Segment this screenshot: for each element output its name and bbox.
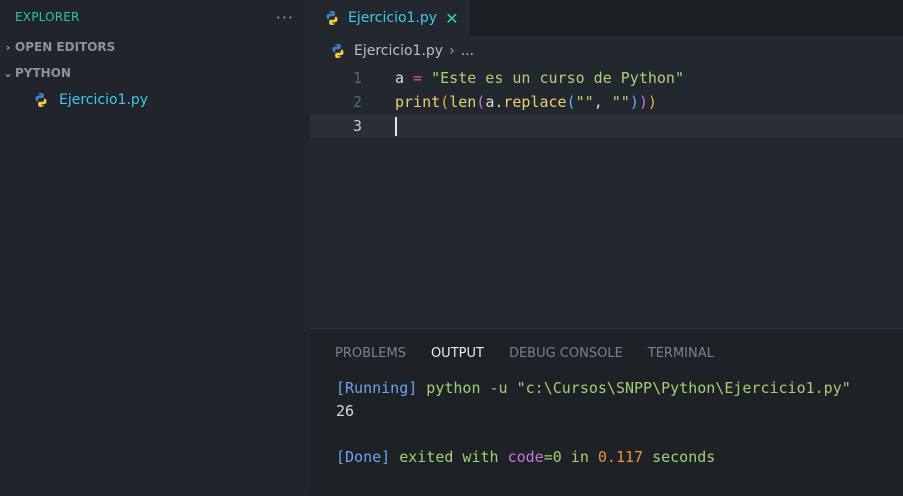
python-icon [33,92,49,108]
tab-label: Ejercicio1.py [348,10,438,26]
panel-tabs: PROBLEMS OUTPUT DEBUG CONSOLE TERMINAL [310,329,903,377]
output-result: 26 [336,402,355,420]
code-token: "" [575,93,594,111]
code-token: len [449,93,477,111]
chevron-right-icon: › [5,40,11,54]
code-token: a [485,93,495,111]
output-log: [Running] python -u "c:\Cursos\SNPP\Pyth… [310,377,903,469]
code-token: = [404,69,432,87]
section-label: PYTHON [15,66,71,80]
chevron-down-icon: ⌄ [3,66,13,80]
code-token: ( [566,93,576,111]
code-token: ) [629,93,639,111]
python-icon [330,43,346,59]
tab-output[interactable]: OUTPUT [431,346,484,361]
bottom-panel: PROBLEMS OUTPUT DEBUG CONSOLE TERMINAL [… [310,328,903,496]
text-cursor [395,117,397,136]
exited-with-text: exited with [390,448,508,466]
line-content: a = "Este es un curso de Python" [395,66,684,90]
code-token: ( [476,93,486,111]
editor-area: Ejercicio1.py ✕ Ejercicio1.py › ... 1 a =… [310,0,903,328]
code-token: "" [611,93,630,111]
editor-tabbar: Ejercicio1.py ✕ [310,0,903,36]
output-done-line: [Done] exited with code=0 in 0.117 secon… [336,446,903,469]
code-token: , [593,93,612,111]
explorer-header: EXPLORER ··· [0,0,310,34]
tab-debug-console[interactable]: DEBUG CONSOLE [509,346,623,361]
elapsed-time: 0.117 [597,448,644,466]
close-icon[interactable]: ✕ [445,9,458,28]
line-number: 2 [352,93,362,111]
running-tag: [Running] [336,379,418,397]
more-actions-icon[interactable]: ··· [276,8,294,27]
output-running-line: [Running] python -u "c:\Cursos\SNPP\Pyth… [336,377,903,400]
section-label: OPEN EDITORS [15,40,116,54]
code-token: a [395,69,405,87]
code-token: ( [440,93,450,111]
code-editor[interactable]: 1a = "Este es un curso de Python" 2 print(… [310,66,903,138]
code-line[interactable]: 1 a = "Este es un curso de Python" [310,66,903,90]
file-item-ejercicio1[interactable]: Ejercicio1.py [0,86,310,113]
line-content [395,114,397,138]
tab-terminal[interactable]: TERMINAL [648,346,714,361]
line-content: print(len(a.replace("", ""))) [395,90,657,114]
code-token: ) [638,93,648,111]
code-value: =0 [543,448,562,466]
code-line[interactable]: 2 print(len(a.replace("", ""))) [310,90,903,114]
line-number: 3 [352,117,362,135]
code-label: code [507,448,544,466]
line-number: 1 [352,69,362,87]
code-token: ) [647,93,657,111]
breadcrumb-file[interactable]: Ejercicio1.py [354,43,443,59]
explorer-title: EXPLORER [15,10,80,24]
python-icon [324,10,340,26]
chevron-right-icon: › [449,43,455,59]
in-text: in [561,448,598,466]
run-command: python -u "c:\Cursos\SNPP\Python\Ejercic… [417,379,851,397]
breadcrumb: Ejercicio1.py › ... [310,36,903,66]
code-token: print [395,93,441,111]
code-token: replace [503,93,567,111]
code-token: "Este es un curso de Python" [431,69,684,87]
code-line[interactable]: 3 [310,114,903,138]
output-blank-line [336,423,903,446]
section-open-editors[interactable]: › OPEN EDITORS [0,34,310,60]
file-name: Ejercicio1.py [59,91,149,108]
seconds-text: seconds [643,448,716,466]
tab-problems[interactable]: PROBLEMS [335,346,406,361]
breadcrumb-more[interactable]: ... [461,43,474,59]
explorer-sidebar: EXPLORER ··· › OPEN EDITORS ⌄ PYTHON Eje… [0,0,310,495]
editor-tab-ejercicio1[interactable]: Ejercicio1.py ✕ [310,0,471,36]
section-python[interactable]: ⌄ PYTHON [0,60,310,86]
done-tag: [Done] [336,448,391,466]
